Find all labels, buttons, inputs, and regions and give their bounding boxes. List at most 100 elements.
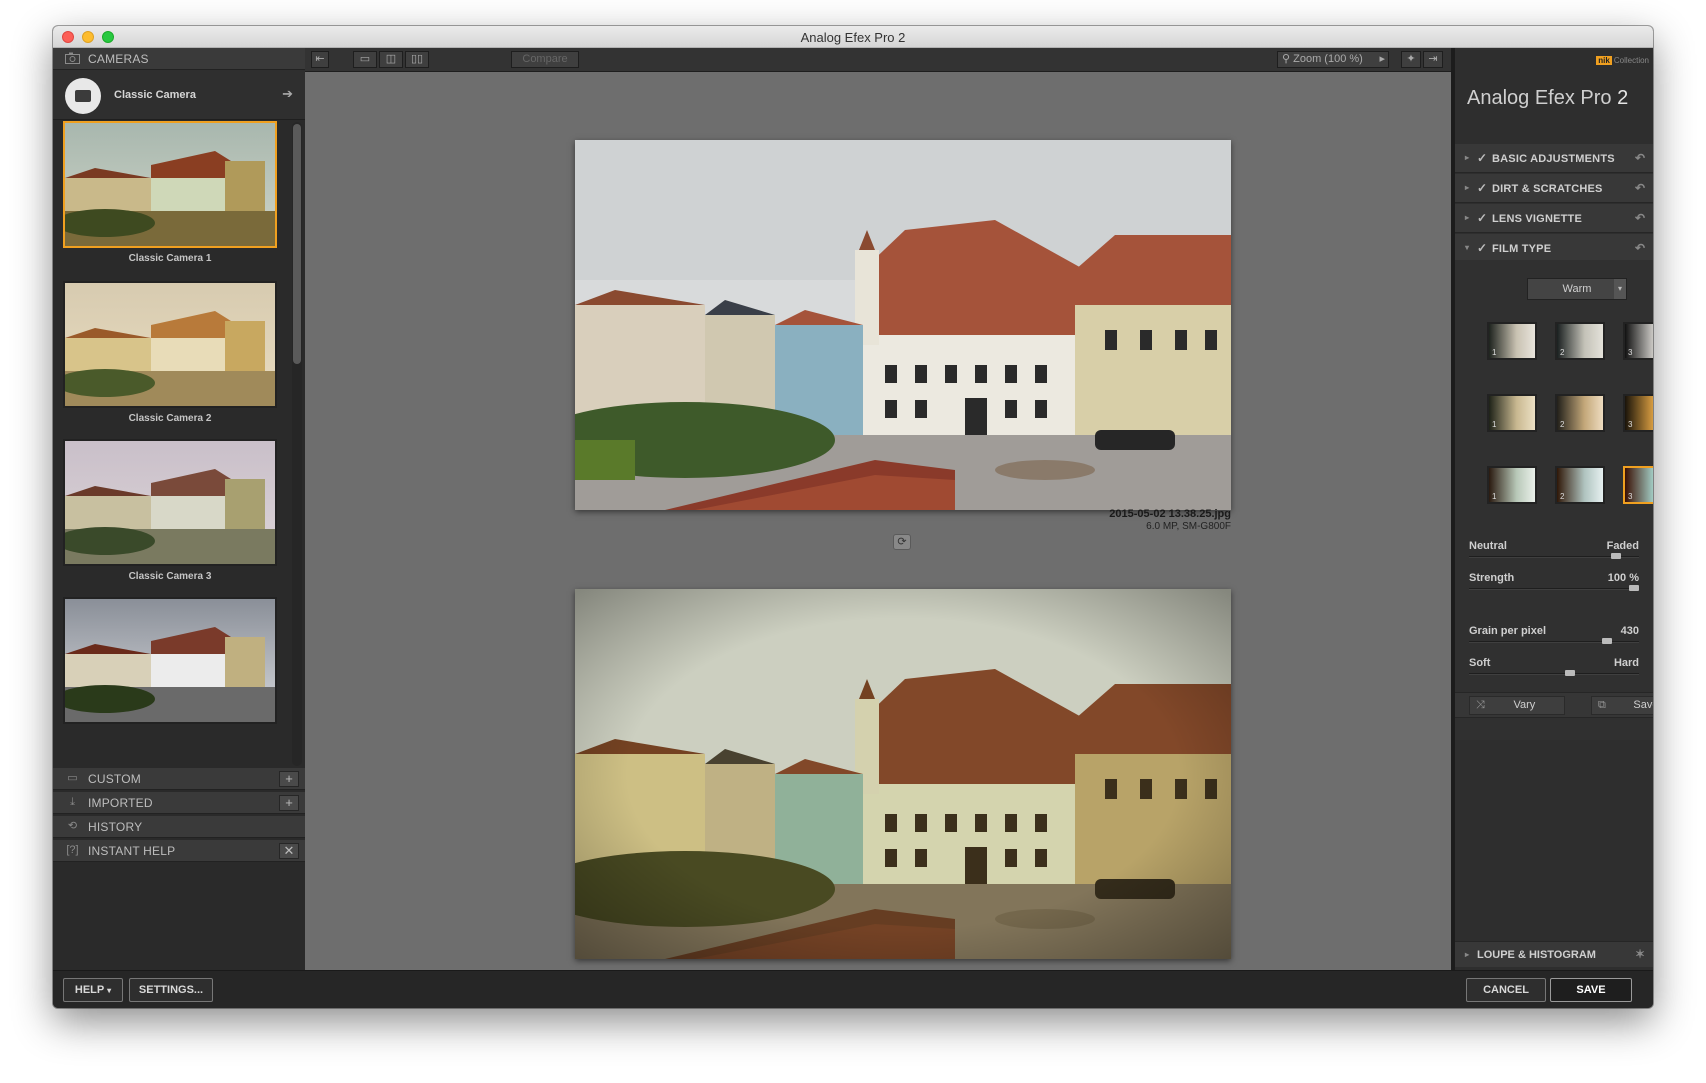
preset-label: Classic Camera 3 [128,571,212,582]
neutral-faded-slider[interactable] [1469,553,1639,559]
film-type-dropdown[interactable]: Warm ▾ [1527,278,1627,300]
instant-help-section-header[interactable]: [?] INSTANT HELP ✕ [53,840,305,862]
strength-label: Strength [1469,572,1515,584]
save-preset-button[interactable]: ⧉ Save [1591,696,1653,715]
expand-arrow-icon[interactable]: ▸ [1465,950,1469,959]
imported-section-header[interactable]: ⤓ IMPORTED + [53,792,305,814]
history-section-header[interactable]: ⟲ HISTORY [53,816,305,838]
vary-button[interactable]: ⤨ Vary [1469,696,1565,715]
preset-thumbnail[interactable] [63,121,277,248]
preset-item[interactable]: Classic Camera 1 [63,121,277,264]
film-swatch[interactable]: 3 [1623,394,1653,432]
custom-section-header[interactable]: ▭ CUSTOM + [53,768,305,790]
film-type-panel: Warm ▾ 1 2 3 1 2 3 1 2 3 Neutral Faded S… [1455,260,1653,740]
preset-item[interactable]: Classic Camera 3 [63,439,277,582]
strength-slider[interactable] [1469,585,1639,591]
single-view-icon[interactable]: ▭ [353,51,377,68]
slider-knob[interactable] [1565,670,1575,676]
save-button[interactable]: SAVE [1550,978,1632,1002]
compare-button[interactable]: Compare [511,51,579,68]
film-swatch[interactable]: 2 [1555,394,1605,432]
film-swatch-selected[interactable]: 3 [1623,466,1653,504]
swap-previews-icon[interactable]: ⟳ [893,534,911,550]
film-swatch[interactable]: 2 [1555,322,1605,360]
split-view-icon[interactable]: ◫ [379,51,403,68]
checkbox-icon[interactable]: ✓ [1477,151,1487,165]
preview-area: ⇤ ▭ ◫ ▯▯ Compare ⚲ Zoom (100 %) ▸ ✦ ⇥ 20… [305,48,1451,970]
expand-arrow-icon[interactable]: ▸ [1465,153,1469,162]
preview-after-image[interactable] [575,589,1231,959]
preset-thumbnail[interactable] [63,281,277,408]
preview-before-image[interactable] [575,140,1231,510]
dirt-scratches-row[interactable]: ▸ ✓ DIRT & SCRATCHES ↶ [1455,174,1653,203]
side-by-side-view-icon[interactable]: ▯▯ [405,51,429,68]
reset-icon[interactable]: ↶ [1635,211,1645,225]
arrow-right-icon[interactable]: ➔ [282,86,293,102]
preset-list: Classic Camera 1 Classic Camera 2 Classi… [53,121,291,767]
slider-knob[interactable] [1629,585,1639,591]
preview-toolbar: ⇤ ▭ ◫ ▯▯ Compare ⚲ Zoom (100 %) ▸ ✦ ⇥ [305,48,1451,72]
checkbox-icon[interactable]: ✓ [1477,181,1487,195]
camera-selector[interactable]: Classic Camera ➔ [53,70,305,120]
app-title: Analog Efex Pro 2 [1467,87,1629,109]
magnifier-icon: ⚲ [1282,53,1291,65]
scrollbar-thumb[interactable] [293,124,301,364]
reset-icon[interactable]: ↶ [1635,181,1645,195]
grain-slider[interactable] [1469,638,1639,644]
lens-vignette-row[interactable]: ▸ ✓ LENS VIGNETTE ↶ [1455,204,1653,233]
basic-adjustments-row[interactable]: ▸ ✓ BASIC ADJUSTMENTS ↶ [1455,144,1653,173]
background-light-icon[interactable]: ✦ [1401,51,1421,68]
close-instant-help-button[interactable]: ✕ [279,843,299,859]
preview-file-info: 6.0 MP, SM-G800F [1146,521,1231,532]
pin-icon[interactable]: ✶ [1635,947,1645,961]
film-swatch[interactable]: 2 [1555,466,1605,504]
grain-value: 430 [1620,625,1639,637]
help-icon: [?] [66,844,79,856]
toggle-sidebar-icon[interactable]: ⇤ [311,51,329,68]
film-swatch[interactable]: 3 [1623,322,1653,360]
slider-knob[interactable] [1602,638,1612,644]
cancel-button[interactable]: CANCEL [1466,978,1546,1002]
lens-vignette-label: LENS VIGNETTE [1492,213,1582,225]
cameras-section-header[interactable]: CAMERAS [53,48,305,70]
loupe-histogram-row[interactable]: ▸ LOUPE & HISTOGRAM ✶ [1455,941,1653,967]
window-title: Analog Efex Pro 2 [800,30,906,45]
custom-icon: ▭ [67,772,78,784]
toggle-right-panel-icon[interactable]: ⇥ [1423,51,1443,68]
film-swatch[interactable]: 1 [1487,322,1537,360]
right-panel: nik Collection Analog Efex Pro 2 ▸ ✓ BASI… [1451,48,1653,970]
chevron-right-icon: ▸ [1379,53,1385,65]
custom-label: CUSTOM [88,772,141,786]
grain-label: Grain per pixel [1469,625,1547,637]
soft-hard-slider[interactable] [1469,670,1639,676]
import-icon: ⤓ [70,796,75,808]
chevron-down-icon: ▾ [1614,279,1626,299]
instant-help-label: INSTANT HELP [88,844,176,858]
camera-name: Classic Camera [114,89,196,101]
reset-icon[interactable]: ↶ [1635,241,1645,255]
preset-item[interactable]: Classic Camera 2 [63,281,277,424]
collapse-arrow-icon[interactable]: ▾ [1465,243,1469,252]
reset-icon[interactable]: ↶ [1635,151,1645,165]
preset-thumbnail[interactable] [63,597,277,724]
settings-button[interactable]: SETTINGS... [129,978,213,1002]
preset-thumbnail[interactable] [63,439,277,566]
add-custom-button[interactable]: + [279,771,299,787]
slider-knob[interactable] [1611,553,1621,559]
film-type-label: FILM TYPE [1492,243,1552,255]
hard-label: Hard [1613,657,1639,669]
zoom-control[interactable]: ⚲ Zoom (100 %) ▸ [1277,51,1389,68]
preset-scrollbar[interactable] [292,122,302,766]
classic-camera-icon [65,78,101,114]
zoom-label: Zoom (100 %) [1293,53,1363,65]
add-imported-button[interactable]: + [279,795,299,811]
checkbox-icon[interactable]: ✓ [1477,241,1487,255]
film-swatch[interactable]: 1 [1487,394,1537,432]
film-swatch[interactable]: 1 [1487,466,1537,504]
expand-arrow-icon[interactable]: ▸ [1465,183,1469,192]
film-type-row[interactable]: ▾ ✓ FILM TYPE ↶ [1455,234,1653,263]
checkbox-icon[interactable]: ✓ [1477,211,1487,225]
expand-arrow-icon[interactable]: ▸ [1465,213,1469,222]
help-button[interactable]: HELP ▾ [63,978,123,1002]
preset-item[interactable] [63,597,277,729]
